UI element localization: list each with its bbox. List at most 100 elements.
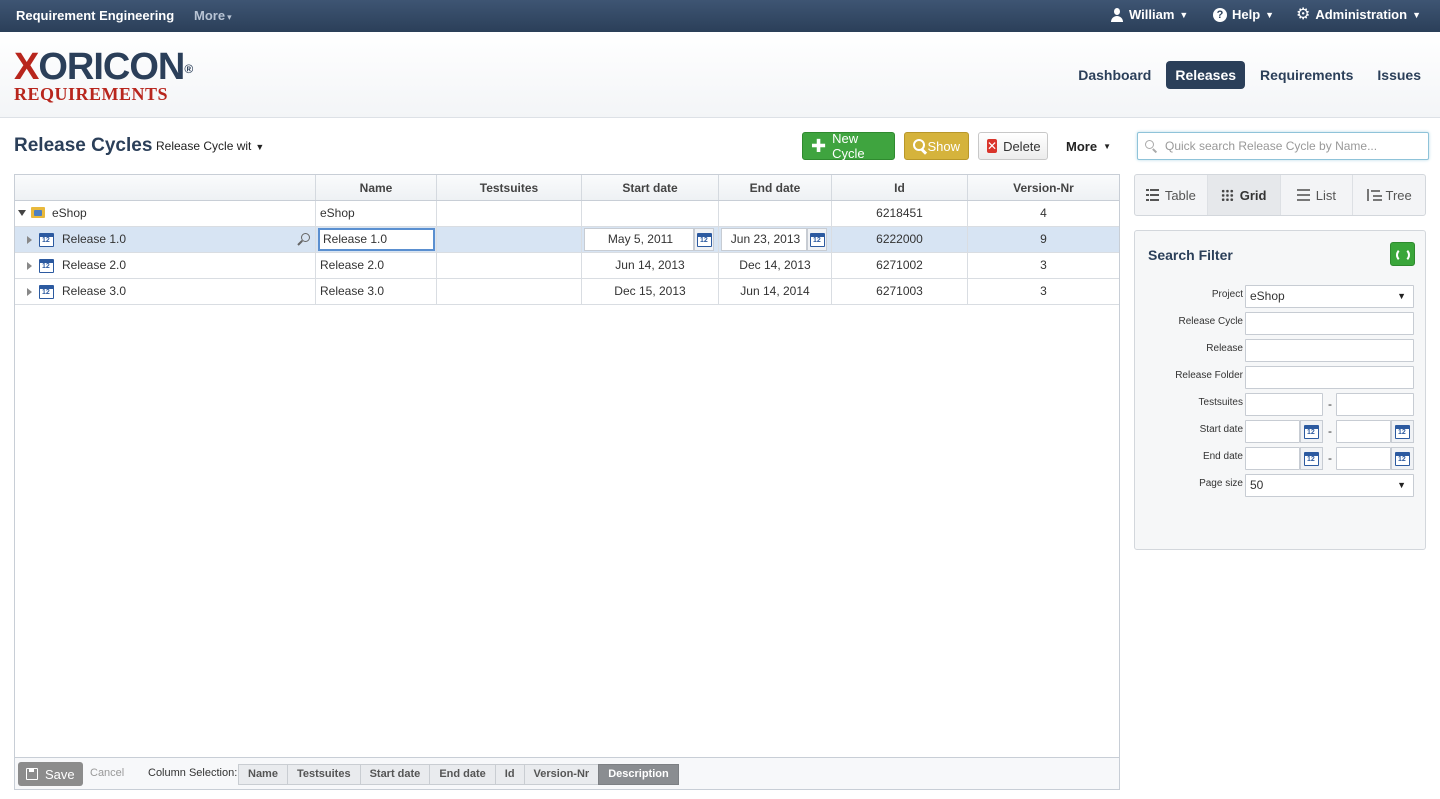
show-button[interactable]: Show [904,132,969,160]
chevron-down-icon: ▾ [227,12,232,22]
range-separator: - [1328,424,1332,438]
tree-label[interactable]: Release 2.0 [62,253,126,278]
testsuites-cell[interactable] [436,227,581,252]
column-header-id[interactable]: Id [831,175,967,200]
user-icon [1110,7,1124,22]
column-chip-testsuites[interactable]: Testsuites [286,764,361,785]
tree-label[interactable]: Release 1.0 [62,227,126,252]
project-select-value: eShop [1250,289,1285,303]
page-size-select[interactable]: 50 ▼ [1245,474,1414,497]
end-date-to-picker[interactable]: 12 [1391,447,1414,470]
expand-icon[interactable] [27,262,32,270]
end-date-cell[interactable] [718,201,831,226]
end-date-cell[interactable]: Dec 14, 2013 [718,253,831,278]
end-date-cell[interactable]: Jun 14, 2014 [718,279,831,304]
logo-subtitle: REQUIREMENTS [14,84,169,104]
help-menu[interactable]: ? Help ▼ [1213,7,1274,22]
start-date-from-picker[interactable]: 12 [1300,420,1323,443]
testsuites-label: Testsuites [1198,397,1243,408]
start-date-to-picker[interactable]: 12 [1391,420,1414,443]
start-date-cell[interactable]: Dec 15, 2013 [581,279,718,304]
header: XORICON® REQUIREMENTS Dashboard Releases… [0,32,1440,118]
release-folder-field[interactable] [1245,366,1414,389]
table-row[interactable]: 12 Release 3.0 Release 3.0 Dec 15, 2013 … [15,279,1119,305]
nav-issues[interactable]: Issues [1368,61,1430,89]
version-cell: 3 [967,279,1119,304]
start-date-edit-input[interactable]: May 5, 2011 [584,228,694,251]
testsuites-to-field[interactable] [1336,393,1414,416]
delete-button[interactable]: ✕ Delete [978,132,1048,160]
column-header-start-date[interactable]: Start date [581,175,718,200]
logo[interactable]: XORICON® REQUIREMENTS [14,48,193,104]
tab-tree[interactable]: Tree [1352,175,1425,215]
save-button[interactable]: Save [18,762,83,786]
testsuites-cell[interactable] [436,279,581,304]
end-date-from-field[interactable] [1245,447,1300,470]
name-edit-input[interactable]: Release 1.0 [318,228,435,251]
new-cycle-button[interactable]: ✚ New Cycle [802,131,895,161]
testsuites-from-field[interactable] [1245,393,1323,416]
tree-label[interactable]: eShop [52,201,87,226]
app-title[interactable]: Requirement Engineering [16,8,174,23]
column-header-testsuites[interactable]: Testsuites [436,175,581,200]
end-date-from-picker[interactable]: 12 [1300,447,1323,470]
tab-list[interactable]: List [1279,175,1353,215]
column-chip-id[interactable]: Id [494,764,525,785]
end-date-edit-input[interactable]: Jun 23, 2013 [721,228,807,251]
testsuites-cell[interactable] [436,201,581,226]
start-date-cell[interactable]: Jun 14, 2013 [581,253,718,278]
table-row[interactable]: 12 Release 2.0 Release 2.0 Jun 14, 2013 … [15,253,1119,279]
table-row[interactable]: eShop eShop 6218451 4 [15,201,1119,227]
column-header-tree[interactable] [15,175,315,200]
column-chip-start-date[interactable]: Start date [359,764,431,785]
zoom-icon[interactable] [297,233,311,247]
project-select[interactable]: eShop ▼ [1245,285,1414,308]
top-more-menu[interactable]: More ▾ [194,8,232,23]
nav-dashboard[interactable]: Dashboard [1069,61,1160,89]
cancel-button[interactable]: Cancel [90,767,124,779]
expand-icon[interactable] [27,236,32,244]
view-selector[interactable]: Release Cycle wit ▼ [156,139,264,153]
project-label: Project [1211,289,1243,300]
tree-cell: 12 Release 1.0 [15,227,315,252]
tab-grid[interactable]: Grid [1206,175,1280,215]
main-nav: Dashboard Releases Requirements Issues [1069,61,1430,89]
release-field[interactable] [1245,339,1414,362]
column-header-name[interactable]: Name [315,175,436,200]
filter-row-release: Release [1135,339,1425,362]
start-date-label: Start date [1199,424,1243,435]
start-date-cell[interactable] [581,201,718,226]
name-cell[interactable]: Release 3.0 [315,279,436,304]
refresh-button[interactable] [1390,242,1415,266]
tree-label[interactable]: Release 3.0 [62,279,126,304]
start-date-picker-button[interactable]: 12 [694,228,714,251]
expand-icon[interactable] [27,288,32,296]
tree-icon [1366,189,1380,201]
release-cycle-field[interactable] [1245,312,1414,335]
column-header-version[interactable]: Version-Nr [967,175,1119,200]
column-chip-end-date[interactable]: End date [429,764,496,785]
collapse-icon[interactable] [18,210,26,216]
name-cell[interactable]: Release 2.0 [315,253,436,278]
table-row-selected[interactable]: 12 Release 1.0 Release 1.0 May 5, 2011 1… [15,227,1119,253]
quick-search-input[interactable] [1165,137,1420,155]
testsuites-cell[interactable] [436,253,581,278]
start-date-from-field[interactable] [1245,420,1300,443]
column-chip-description[interactable]: Description [598,764,679,785]
search-filter-panel: Search Filter Project eShop ▼ Release Cyc… [1134,230,1426,550]
column-header-end-date[interactable]: End date [718,175,831,200]
tab-table[interactable]: Table [1135,175,1207,215]
column-chip-name[interactable]: Name [238,764,288,785]
column-selection-chips: Name Testsuites Start date End date Id V… [238,764,679,785]
end-date-to-field[interactable] [1336,447,1391,470]
start-date-to-field[interactable] [1336,420,1391,443]
name-cell[interactable]: eShop [315,201,436,226]
user-menu[interactable]: William ▼ [1110,7,1188,22]
more-button[interactable]: More ▼ [1058,132,1118,160]
end-date-picker-button[interactable]: 12 [807,228,827,251]
column-chip-version[interactable]: Version-Nr [523,764,600,785]
nav-releases[interactable]: Releases [1166,61,1246,89]
administration-menu[interactable]: ⚙ Administration ▼ [1296,6,1421,22]
list-icon [1296,189,1310,201]
nav-requirements[interactable]: Requirements [1251,61,1362,89]
